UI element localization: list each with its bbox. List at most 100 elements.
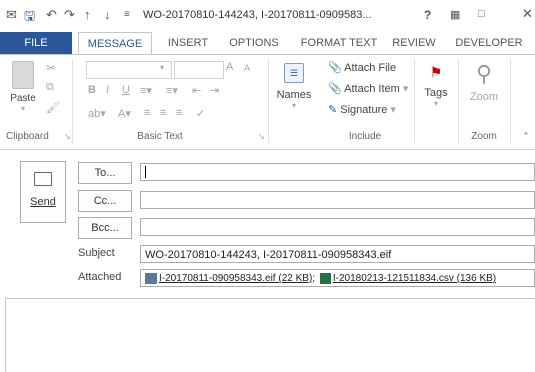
cc-button[interactable]: Cc... — [78, 190, 132, 212]
tab-format-text[interactable]: FORMAT TEXT — [294, 32, 384, 54]
minimize-icon[interactable]: □ — [478, 8, 485, 20]
increase-indent-icon[interactable]: ⇥ — [210, 84, 219, 97]
align-center-icon[interactable]: ≡ — [160, 107, 166, 119]
csv-file-icon — [319, 272, 331, 284]
paste-dropdown-icon: ▾ — [20, 104, 25, 113]
clipboard-group-label: Clipboard — [6, 131, 49, 142]
tab-review[interactable]: REVIEW — [385, 32, 443, 54]
font-size-combo[interactable] — [174, 61, 224, 79]
signature-dropdown-icon: ▾ — [387, 104, 396, 116]
cut-icon[interactable]: ✂ — [46, 61, 56, 75]
attachment-2-size: (136 KB) — [456, 273, 497, 284]
bullets-icon[interactable]: ≡▾ — [140, 84, 152, 97]
ribbon-tabs: FILE MESSAGE INSERT OPTIONS FORMAT TEXT … — [0, 32, 535, 55]
attached-label: Attached — [78, 271, 122, 283]
basic-text-group-label: Basic Text — [137, 131, 183, 142]
names-dropdown-icon: ▾ — [291, 101, 296, 110]
tab-options[interactable]: OPTIONS — [220, 32, 288, 54]
bold-button[interactable]: B — [88, 84, 96, 96]
include-group-label: Include — [348, 131, 382, 142]
to-field[interactable] — [140, 163, 535, 181]
attach-item-label: Attach Item — [344, 83, 400, 95]
text-cursor — [145, 166, 146, 178]
signature-icon: ✎ — [328, 104, 338, 116]
signature-label: Signature — [340, 104, 388, 116]
attachment-1[interactable]: I-20170811-090958343.eif (22 KB) — [159, 273, 312, 284]
eif-file-icon — [145, 272, 157, 284]
group-divider — [510, 59, 511, 143]
attach-item-button[interactable]: 📎 Attach Item ▾ — [328, 82, 408, 95]
paste-icon — [12, 61, 34, 89]
tab-message[interactable]: MESSAGE — [78, 32, 152, 55]
names-label: Names — [276, 89, 312, 101]
send-button[interactable]: Send — [20, 161, 66, 223]
zoom-group-label: Zoom — [471, 131, 497, 142]
cc-field[interactable] — [140, 191, 535, 209]
attach-file-label: Attach File — [344, 62, 397, 74]
clipboard-launcher-icon[interactable]: ↘ — [64, 132, 71, 141]
attachments-field[interactable]: I-20170811-090958343.eif (22 KB); I-2018… — [140, 269, 535, 287]
underline-button[interactable]: U — [122, 84, 130, 96]
zoom-button[interactable]: ⚲ Zoom — [466, 61, 502, 103]
attachment-1-size: (22 KB) — [278, 273, 313, 284]
attachment-1-name: I-20170811-090958343.eif — [159, 273, 276, 284]
send-icon — [34, 172, 52, 186]
bcc-button[interactable]: Bcc... — [78, 217, 132, 239]
mail-app-icon[interactable]: ✉ — [6, 7, 17, 23]
ribbon-display-icon[interactable]: ▦ — [450, 8, 460, 21]
group-divider — [268, 59, 269, 143]
collapse-ribbon-icon[interactable]: ⌃ — [522, 131, 530, 142]
bcc-field[interactable] — [140, 218, 535, 236]
names-button[interactable]: ☰ Names ▾ — [276, 63, 312, 110]
format-painter-icon[interactable]: 🖌 — [46, 101, 60, 114]
subject-field[interactable]: WO-20170810-144243, I-20170811-090958343… — [140, 245, 535, 263]
paste-label: Paste — [10, 93, 36, 104]
tags-button[interactable]: ⚑ Tags ▾ — [420, 63, 452, 108]
group-divider — [458, 59, 459, 143]
message-body[interactable] — [5, 298, 535, 372]
shrink-font-icon[interactable]: A — [244, 63, 250, 73]
close-icon[interactable]: ✕ — [522, 6, 533, 22]
tab-insert[interactable]: INSERT — [156, 32, 220, 54]
save-icon[interactable]: 🖫 — [24, 7, 35, 29]
tab-developer[interactable]: DEVELOPER — [449, 32, 529, 54]
align-left-icon[interactable]: ≡ — [144, 107, 150, 119]
signature-button[interactable]: ✎ Signature ▾ — [328, 103, 396, 116]
send-label: Send — [30, 196, 56, 208]
grow-font-icon[interactable]: A — [226, 61, 233, 73]
window-title: WO-20170810-144243, I-20170811-0909583..… — [143, 9, 372, 21]
group-divider — [414, 59, 415, 143]
tags-dropdown-icon: ▾ — [433, 99, 438, 108]
title-bar: ✉ 🖫 ↶ ↷ ↑ ↓ ≡ WO-20170810-144243, I-2017… — [0, 0, 535, 30]
attachment-2[interactable]: I-20180213-121511834.csv (136 KB) — [333, 273, 496, 284]
paste-button[interactable]: Paste ▾ — [8, 61, 38, 113]
attach-file-button[interactable]: 📎 Attach File — [328, 61, 396, 74]
font-dropdown-icon: ▾ — [160, 63, 165, 72]
font-color-icon[interactable]: A▾ — [118, 107, 131, 120]
decrease-indent-icon[interactable]: ⇤ — [192, 84, 201, 97]
copy-icon[interactable]: ⧉ — [46, 81, 54, 94]
address-book-icon: ☰ — [284, 63, 304, 83]
up-arrow-icon[interactable]: ↑ — [84, 7, 91, 22]
down-arrow-icon[interactable]: ↓ — [104, 7, 111, 22]
redo-icon[interactable]: ↷ — [64, 7, 75, 23]
attachment-separator: ; — [312, 273, 316, 284]
help-icon[interactable]: ? — [424, 8, 431, 22]
subject-label: Subject — [78, 247, 115, 259]
attach-item-dropdown-icon: ▾ — [399, 83, 409, 95]
numbering-icon[interactable]: ≡▾ — [166, 84, 178, 97]
italic-button[interactable]: I — [106, 84, 109, 96]
highlight-icon[interactable]: ab▾ — [88, 107, 106, 120]
customize-toolbar-icon[interactable]: ≡ — [124, 9, 130, 20]
align-right-icon[interactable]: ≡ — [176, 107, 182, 119]
attachment-2-name: I-20180213-121511834.csv — [332, 273, 454, 284]
undo-icon[interactable]: ↶ — [46, 7, 57, 23]
basic-text-launcher-icon[interactable]: ↘ — [258, 132, 265, 141]
magnifier-icon: ⚲ — [475, 61, 493, 86]
clear-formatting-icon[interactable]: ✓ — [196, 107, 205, 120]
tab-file[interactable]: FILE — [0, 32, 72, 54]
tags-label: Tags — [424, 87, 448, 99]
ribbon: Paste ▾ ✂ ⧉ 🖌 Clipboard ↘ ▾ A A B I U ≡▾… — [0, 54, 535, 150]
group-divider — [72, 59, 73, 143]
to-button[interactable]: To... — [78, 162, 132, 184]
